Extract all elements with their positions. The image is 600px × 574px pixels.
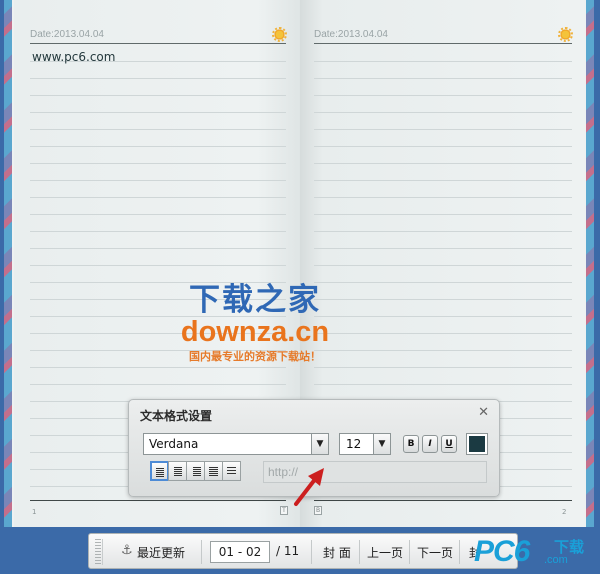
toolbar-separator <box>311 540 312 564</box>
align-justify-icon <box>209 467 218 476</box>
watermark-line3: 国内最专业的资源下载站！ <box>189 350 321 363</box>
left-page-number: 1 <box>32 508 37 516</box>
align-left-button[interactable] <box>150 461 169 481</box>
size-dropdown-button[interactable]: ▼ <box>373 433 391 455</box>
align-center-icon <box>174 467 182 476</box>
page-total: / 11 <box>276 544 300 558</box>
font-family-select[interactable]: Verdana <box>143 433 329 455</box>
right-date-row: Date:2013.04.04 <box>314 27 573 44</box>
toolbar-separator <box>409 540 410 564</box>
prev-page-button[interactable]: 上一页 <box>367 544 403 561</box>
font-family-value: Verdana <box>149 437 199 451</box>
alignment-group <box>150 461 241 481</box>
sun-icon <box>272 27 287 42</box>
watermark-line1: 下载之家 <box>189 282 321 318</box>
toolbar-separator <box>359 540 360 564</box>
logo-com: .com <box>544 554 568 566</box>
left-date-row: Date:2013.04.04 <box>30 27 287 44</box>
dialog-title: 文本格式设置 <box>140 409 213 423</box>
text-color-picker[interactable] <box>466 433 488 455</box>
color-swatch-fill <box>469 436 485 452</box>
toolbar-separator <box>459 540 460 564</box>
logo-pc6: PC6 <box>474 535 530 568</box>
list-icon <box>227 467 236 476</box>
close-icon[interactable]: ✕ <box>478 405 489 420</box>
align-right-icon <box>193 467 201 476</box>
underline-button[interactable]: U <box>441 435 457 453</box>
font-dropdown-button[interactable]: ▼ <box>311 433 329 455</box>
align-left-icon <box>156 468 164 477</box>
anchor-icon: ⚓ <box>121 543 133 558</box>
next-page-button[interactable]: 下一页 <box>417 544 453 561</box>
right-page-number: 2 <box>562 508 567 516</box>
watermark: 下载之家 downza.cn 国内最专业的资源下载站！ <box>170 283 340 365</box>
toolbar-separator <box>201 540 202 564</box>
page-range-input[interactable]: 01 - 02 <box>210 541 270 563</box>
text-page-icon[interactable]: T <box>280 506 288 515</box>
left-bottom-rule <box>30 500 286 501</box>
left-date: Date:2013.04.04 <box>30 29 104 40</box>
bottom-toolbar: ⚓ 最近更新 01 - 02 / 11 封 面 上一页 下一页 封 <box>88 533 518 569</box>
watermark-line2: downza.cn <box>180 316 330 348</box>
italic-button[interactable]: I <box>422 435 438 453</box>
align-justify-button[interactable] <box>204 461 223 481</box>
cover-button[interactable]: 封 面 <box>323 544 351 561</box>
pc6-logo: PC6 下载 .com <box>474 534 598 572</box>
font-size-select[interactable]: 12 <box>339 433 375 455</box>
book-edge-left <box>4 0 12 527</box>
left-note-text[interactable]: www.pc6.com <box>32 50 115 64</box>
book-edge-right <box>586 0 594 527</box>
right-date: Date:2013.04.04 <box>314 29 388 40</box>
list-button[interactable] <box>222 461 241 481</box>
right-bottom-rule <box>314 500 572 501</box>
align-right-button[interactable] <box>186 461 205 481</box>
recent-updates-button[interactable]: 最近更新 <box>137 544 185 561</box>
red-arrow-icon <box>294 468 324 506</box>
bold-button[interactable]: B <box>403 435 419 453</box>
sun-icon <box>558 27 573 42</box>
toolbar-grip-divider <box>102 539 103 565</box>
toolbar-grip[interactable] <box>95 539 101 565</box>
font-size-value: 12 <box>346 437 362 451</box>
align-center-button[interactable] <box>168 461 187 481</box>
